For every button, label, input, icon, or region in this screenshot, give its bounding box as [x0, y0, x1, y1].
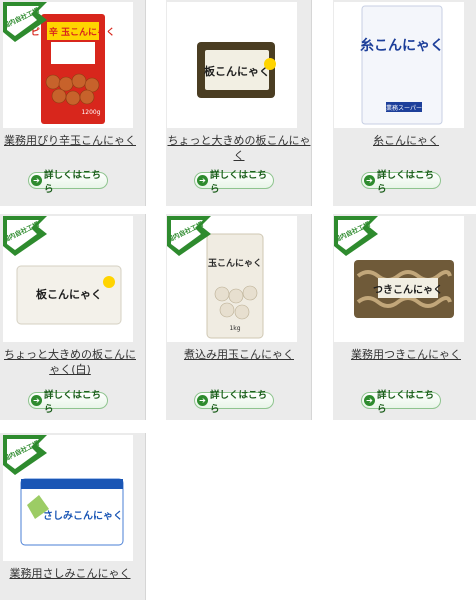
- product-image[interactable]: 玉こんにゃく 1kg 国内自社工場: [167, 216, 297, 342]
- details-label: 詳しくはこちら: [210, 169, 268, 195]
- details-button[interactable]: ➔ 詳しくはこちら: [28, 170, 108, 195]
- product-image[interactable]: ピリ辛 玉こんにゃく 1200g 国内自社工場: [3, 2, 133, 128]
- details-button[interactable]: ➔ 詳しくはこちら: [361, 390, 441, 415]
- details-label: 詳しくはこちら: [210, 389, 268, 415]
- product-name-link[interactable]: 煮込み用玉こんにゃく: [166, 347, 312, 362]
- product-name-link[interactable]: ちょっと大きめの板こんにゃく: [166, 133, 312, 163]
- package-label: 糸こんにゃく: [360, 37, 444, 54]
- package-label: つきこんにゃく: [373, 284, 443, 296]
- product-grid: ピリ辛 玉こんにゃく 1200g 国内自社工場 業務用ぴり辛玉こんにゃく ➔ 詳…: [0, 0, 476, 600]
- product-name-link[interactable]: 業務用さしみこんにゃく: [0, 566, 140, 581]
- details-button[interactable]: ➔ 詳しくはこちら: [28, 390, 108, 415]
- product-card[interactable]: つきこんにゃく 国内自社工場 業務用つきこんにゃく ➔ 詳しくはこちら: [333, 214, 476, 420]
- product-name-link[interactable]: 業務用ぴり辛玉こんにゃく: [0, 133, 140, 148]
- domestic-factory-badge: 国内自社工場: [3, 216, 47, 256]
- product-card[interactable]: 玉こんにゃく 1kg 国内自社工場 煮込み用玉こんにゃく ➔ 詳しくはこちら: [166, 214, 312, 420]
- arrow-right-icon: ➔: [31, 175, 42, 186]
- package-label: 玉こんにゃく: [208, 258, 262, 269]
- product-card[interactable]: さしみこんにゃく 国内自社工場 業務用さしみこんにゃく: [0, 433, 146, 600]
- package-sub: 業務スーパー: [386, 104, 422, 112]
- package-weight: 1kg: [229, 325, 240, 332]
- product-card[interactable]: ピリ辛 玉こんにゃく 1200g 国内自社工場 業務用ぴり辛玉こんにゃく ➔ 詳…: [0, 0, 146, 206]
- arrow-right-icon: ➔: [364, 395, 375, 406]
- product-card[interactable]: 糸こんにゃく 業務スーパー 糸こんにゃく ➔ 詳しくはこちら: [333, 0, 476, 206]
- arrow-right-icon: ➔: [31, 395, 42, 406]
- package-weight: 1200g: [81, 109, 100, 116]
- details-button[interactable]: ➔ 詳しくはこちら: [361, 170, 441, 195]
- details-label: 詳しくはこちら: [44, 389, 102, 415]
- domestic-factory-badge: 国内自社工場: [167, 216, 211, 256]
- arrow-right-icon: ➔: [197, 395, 208, 406]
- package-label: さしみこんにゃく: [43, 510, 123, 522]
- product-card[interactable]: 板こんにゃく ちょっと大きめの板こんにゃく ➔ 詳しくはこちら: [166, 0, 312, 206]
- product-image[interactable]: 板こんにゃく 国内自社工場: [3, 216, 133, 342]
- arrow-right-icon: ➔: [197, 175, 208, 186]
- product-image[interactable]: 糸こんにゃく 業務スーパー: [334, 2, 464, 128]
- details-label: 詳しくはこちら: [377, 389, 435, 415]
- product-name-link[interactable]: 業務用つきこんにゃく: [333, 347, 476, 362]
- domestic-factory-badge: 国内自社工場: [3, 435, 47, 475]
- product-image[interactable]: つきこんにゃく 国内自社工場: [334, 216, 464, 342]
- arrow-right-icon: ➔: [364, 175, 375, 186]
- product-name-link[interactable]: 糸こんにゃく: [333, 133, 476, 148]
- product-image[interactable]: さしみこんにゃく 国内自社工場: [3, 435, 133, 561]
- domestic-factory-badge: 国内自社工場: [334, 216, 378, 256]
- package-label: 板こんにゃく: [36, 287, 102, 301]
- details-label: 詳しくはこちら: [377, 169, 435, 195]
- product-name-link[interactable]: ちょっと大きめの板こんにゃく(白): [0, 347, 140, 377]
- details-button[interactable]: ➔ 詳しくはこちら: [194, 170, 274, 195]
- package-label: 板こんにゃく: [204, 64, 270, 78]
- product-image[interactable]: 板こんにゃく: [167, 2, 297, 128]
- details-button[interactable]: ➔ 詳しくはこちら: [194, 390, 274, 415]
- product-card[interactable]: 板こんにゃく 国内自社工場 ちょっと大きめの板こんにゃく(白) ➔ 詳しくはこち…: [0, 214, 146, 420]
- domestic-factory-badge: 国内自社工場: [3, 2, 47, 42]
- details-label: 詳しくはこちら: [44, 169, 102, 195]
